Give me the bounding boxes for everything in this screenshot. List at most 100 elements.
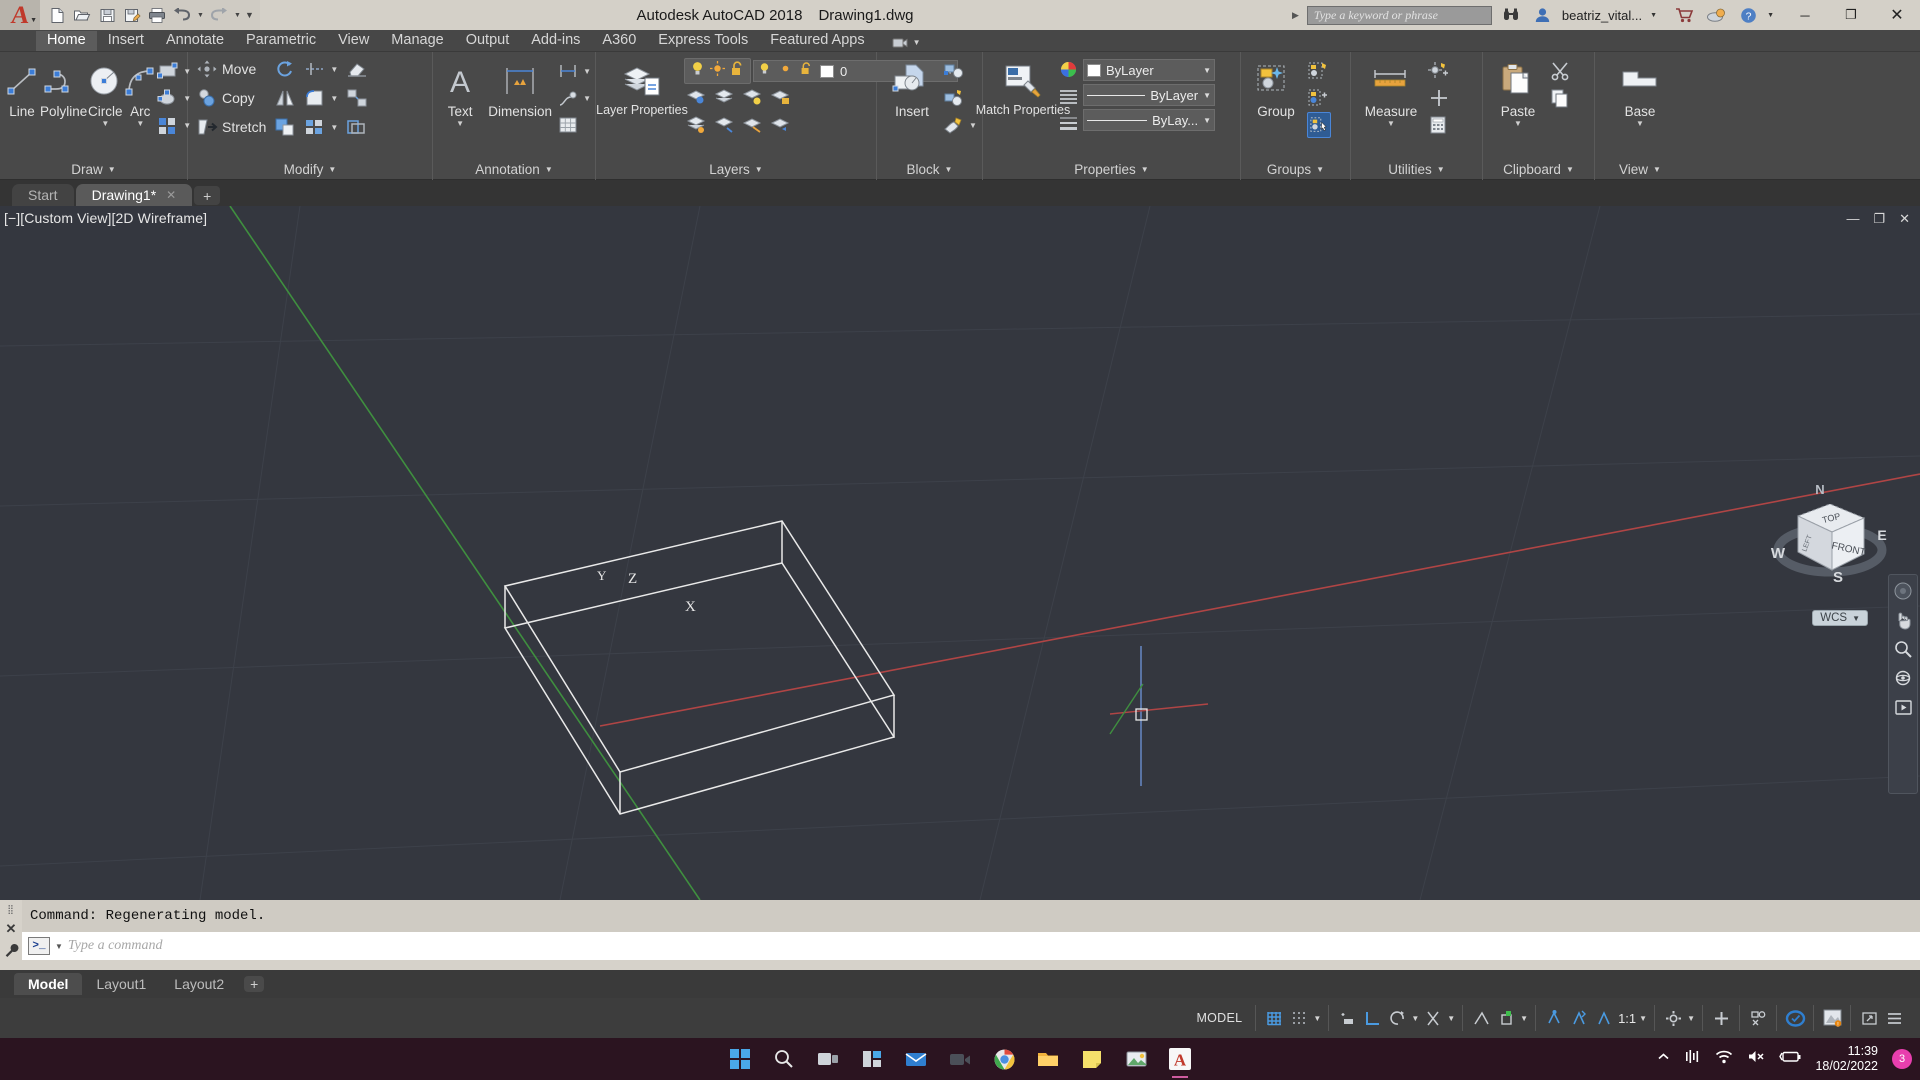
unlock-icon[interactable]: [729, 60, 746, 82]
scale-button[interactable]: [274, 114, 296, 140]
object-snap-tracking-toggle[interactable]: [1422, 1006, 1444, 1030]
base-view-button[interactable]: Base ▼: [1609, 56, 1671, 128]
maximize-button[interactable]: ❐: [1828, 0, 1874, 30]
redo-button[interactable]: [208, 4, 230, 26]
insert-block-button[interactable]: Insert: [881, 56, 943, 119]
redo-dropdown-icon[interactable]: ▼: [233, 12, 242, 19]
point-button[interactable]: [1427, 85, 1451, 111]
lineweight-dropdown[interactable]: ByLay... ▼: [1083, 109, 1215, 131]
layout-tab-layout2[interactable]: Layout2: [160, 973, 238, 995]
layer-sun-icon[interactable]: [778, 61, 793, 81]
table-button[interactable]: [557, 112, 591, 138]
close-button[interactable]: ✕: [1874, 0, 1920, 30]
chevron-down-icon[interactable]: ▼: [1447, 1014, 1455, 1023]
clean-screen-icon[interactable]: !: [1821, 1006, 1843, 1030]
hardware-acceleration-icon[interactable]: [1784, 1006, 1806, 1030]
chevron-down-icon[interactable]: ▼: [545, 165, 553, 174]
circle-button[interactable]: Circle ▼: [87, 56, 123, 128]
ungroup-button[interactable]: [1307, 58, 1331, 84]
drag-handle-icon[interactable]: ⣿: [7, 904, 15, 915]
expand-screen-icon[interactable]: [1858, 1006, 1880, 1030]
chevron-down-icon[interactable]: ▼: [1653, 165, 1661, 174]
layer-match-button[interactable]: [742, 115, 764, 140]
drawing-canvas[interactable]: Z X Y [−][Custom View][2D Wireframe] — ❐…: [0, 206, 1920, 900]
autocad-icon[interactable]: A: [1165, 1044, 1195, 1078]
chevron-down-icon[interactable]: ▼: [755, 165, 763, 174]
file-tab-drawing1[interactable]: Drawing1* ✕: [75, 184, 193, 206]
copy-clip-button[interactable]: [1549, 85, 1571, 111]
chrome-icon[interactable]: [989, 1044, 1019, 1074]
panel-groups-label[interactable]: Groups ▼: [1241, 158, 1350, 180]
tab-addins[interactable]: Add-ins: [520, 31, 591, 51]
viewport-maximize-icon[interactable]: ❐: [1873, 211, 1885, 227]
user-dropdown-icon[interactable]: ▼: [1650, 12, 1665, 19]
grid-display-toggle[interactable]: [1263, 1006, 1285, 1030]
mail-icon[interactable]: [901, 1044, 931, 1074]
tab-view[interactable]: View: [327, 31, 380, 51]
panel-annotation-label[interactable]: Annotation ▼: [433, 158, 595, 180]
panel-properties-label[interactable]: Properties ▼: [983, 158, 1240, 180]
chevron-down-icon[interactable]: ▼: [456, 120, 464, 128]
group-selection-toggle[interactable]: [1307, 112, 1331, 138]
line-button[interactable]: Line: [4, 56, 40, 119]
chevron-down-icon[interactable]: ▼: [969, 121, 977, 130]
chevron-down-icon[interactable]: ▼: [945, 165, 953, 174]
widgets-icon[interactable]: [857, 1044, 887, 1074]
polyline-button[interactable]: Polyline: [40, 56, 87, 119]
panel-clipboard-label[interactable]: Clipboard ▼: [1483, 158, 1594, 180]
search-expand-icon[interactable]: ▶: [1290, 10, 1301, 21]
layer-isolate-button[interactable]: [686, 87, 708, 112]
chevron-down-icon[interactable]: ▼: [1636, 120, 1644, 128]
orbit-icon[interactable]: [1891, 667, 1915, 689]
leader-button[interactable]: ▼: [557, 85, 591, 111]
chevron-down-icon[interactable]: ▼: [1514, 120, 1522, 128]
rotate-button[interactable]: [274, 56, 296, 82]
open-file-button[interactable]: [71, 4, 93, 26]
help-dropdown-icon[interactable]: ▼: [1767, 12, 1782, 19]
snap-mode-toggle[interactable]: [1288, 1006, 1310, 1030]
layer-freeze-button[interactable]: [714, 87, 736, 112]
viewport-label[interactable]: [−][Custom View][2D Wireframe]: [4, 210, 207, 226]
chevron-down-icon[interactable]: ▼: [1437, 165, 1445, 174]
new-file-tab-button[interactable]: +: [194, 186, 221, 205]
chevron-down-icon[interactable]: ▼: [1316, 165, 1324, 174]
viewport-minimize-icon[interactable]: —: [1846, 211, 1859, 227]
infer-constraints-toggle[interactable]: [1336, 1006, 1358, 1030]
chevron-down-icon[interactable]: ▼: [1411, 1014, 1419, 1023]
command-line-grip[interactable]: ⣿ ✕: [2, 902, 20, 966]
taskbar-clock[interactable]: 11:39 18/02/2022: [1815, 1044, 1878, 1074]
undo-button[interactable]: [171, 4, 193, 26]
annotation-scale-icon[interactable]: [1593, 1006, 1615, 1030]
calculator-button[interactable]: [1427, 112, 1451, 138]
qat-customize-icon[interactable]: ▼: [245, 10, 254, 20]
layer-lock-icon[interactable]: [799, 61, 814, 81]
panel-draw-label[interactable]: Draw ▼: [0, 158, 187, 180]
ellipse-button[interactable]: ▼: [157, 85, 191, 111]
dimension-linear-button[interactable]: ▼: [557, 58, 591, 84]
tab-parametric[interactable]: Parametric: [235, 31, 327, 51]
trim-button[interactable]: ▼: [304, 56, 338, 82]
chevron-down-icon[interactable]: ▼: [1687, 1014, 1695, 1023]
file-explorer-icon[interactable]: [1033, 1044, 1063, 1074]
explode-button[interactable]: [346, 85, 368, 111]
panel-view-label[interactable]: View ▼: [1595, 158, 1685, 180]
search-binoculars-icon[interactable]: [1498, 0, 1524, 30]
color-wheel-icon[interactable]: [1059, 60, 1078, 84]
chevron-down-icon[interactable]: ▼: [136, 120, 144, 128]
dimension-button[interactable]: Dimension: [483, 56, 557, 119]
layer-unisolate-button[interactable]: [686, 115, 708, 140]
close-icon[interactable]: ✕: [6, 921, 17, 937]
linetype-icon[interactable]: [1059, 88, 1078, 110]
command-prompt-icon[interactable]: >_: [28, 937, 50, 955]
autodesk-cloud-icon[interactable]: [1703, 0, 1729, 30]
chevron-down-icon[interactable]: ▼: [101, 120, 109, 128]
file-tab-start[interactable]: Start: [12, 184, 74, 206]
network-usage-icon[interactable]: [1685, 1049, 1701, 1069]
auto-scale-toggle[interactable]: [1568, 1006, 1590, 1030]
quick-select-button[interactable]: [1427, 58, 1451, 84]
save-as-button[interactable]: [121, 4, 143, 26]
isolate-objects-icon[interactable]: [1747, 1006, 1769, 1030]
command-input[interactable]: [67, 938, 1920, 954]
notification-badge[interactable]: 3: [1892, 1049, 1912, 1069]
battery-charging-icon[interactable]: [1779, 1049, 1801, 1069]
